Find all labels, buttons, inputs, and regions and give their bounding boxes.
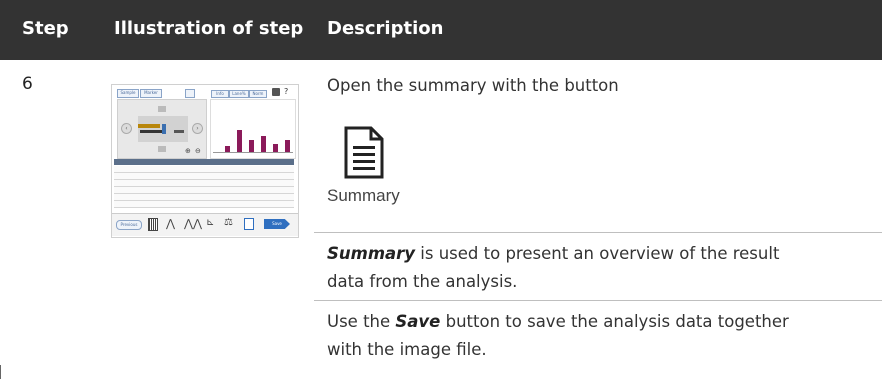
summary-button-label: Summary xyxy=(327,186,400,205)
thumb-table-row xyxy=(114,187,294,194)
thumb-tab-info: Info xyxy=(211,90,229,98)
zoom-out-icon: ⊖ xyxy=(195,147,201,155)
background-icon: ⋀ xyxy=(166,217,176,230)
print-icon xyxy=(272,88,280,96)
thumb-gel-image: ‹ › ⊕ ⊖ xyxy=(117,99,207,159)
thumb-table-row xyxy=(114,173,294,180)
summary-paragraph-line2: data from the analysis. xyxy=(327,272,518,291)
header-step: Step xyxy=(22,18,69,39)
table-border xyxy=(0,365,1,379)
header-description: Description xyxy=(327,18,444,39)
summary-emphasis: Summary xyxy=(327,244,416,263)
thumb-marker-button: Marker xyxy=(140,89,162,98)
thumb-table-header xyxy=(114,159,294,165)
divider xyxy=(314,232,882,233)
thumb-toggle-icon xyxy=(185,89,195,98)
thumb-table-row xyxy=(114,201,294,208)
thumb-table-row xyxy=(114,166,294,173)
zoom-in-icon: ⊕ xyxy=(185,147,191,155)
divider xyxy=(314,300,882,301)
save-paragraph-line1: Use the Save button to save the analysis… xyxy=(327,312,789,331)
save-paragraph-line2: with the image file. xyxy=(327,340,487,359)
summary-paragraph-line1: Summary is used to present an overview o… xyxy=(327,244,780,263)
intro-text: Open the summary with the button xyxy=(327,76,619,95)
summary-icon xyxy=(344,126,384,179)
thumb-save-button: Save xyxy=(264,219,290,229)
mw-icon: ⊾ xyxy=(206,217,215,228)
thumb-tab-norm: Norm xyxy=(249,90,267,98)
table-header: Step Illustration of step Description xyxy=(0,0,882,60)
header-illustration: Illustration of step xyxy=(114,18,304,39)
thumb-bar-chart xyxy=(210,99,296,159)
thumb-previous-button: Previous xyxy=(116,220,142,230)
lanes-icon xyxy=(148,218,158,231)
thumb-bottom-toolbar: Previous ⋀ ⋀⋀ ⊾ ⚖ Save xyxy=(112,213,298,236)
thumb-tab-lane: Lane% xyxy=(229,90,249,98)
step-table: Step Illustration of step Description 6 … xyxy=(0,0,882,379)
help-icon: ? xyxy=(284,87,289,96)
thumb-table-row xyxy=(114,180,294,187)
thumb-next-arrow-icon: › xyxy=(192,123,203,134)
thumb-sample-button: Sample xyxy=(117,89,139,98)
step-number: 6 xyxy=(22,74,33,94)
bands-icon: ⋀⋀ xyxy=(184,217,203,230)
thumb-table-row xyxy=(114,194,294,201)
normalization-icon: ⚖ xyxy=(224,217,233,228)
step-illustration: Sample Marker Info Lane% Norm ? ‹ › ⊕ ⊖ xyxy=(111,84,299,238)
save-emphasis: Save xyxy=(395,312,441,331)
thumb-prev-arrow-icon: ‹ xyxy=(121,123,132,134)
thumb-summary-icon xyxy=(244,218,254,230)
